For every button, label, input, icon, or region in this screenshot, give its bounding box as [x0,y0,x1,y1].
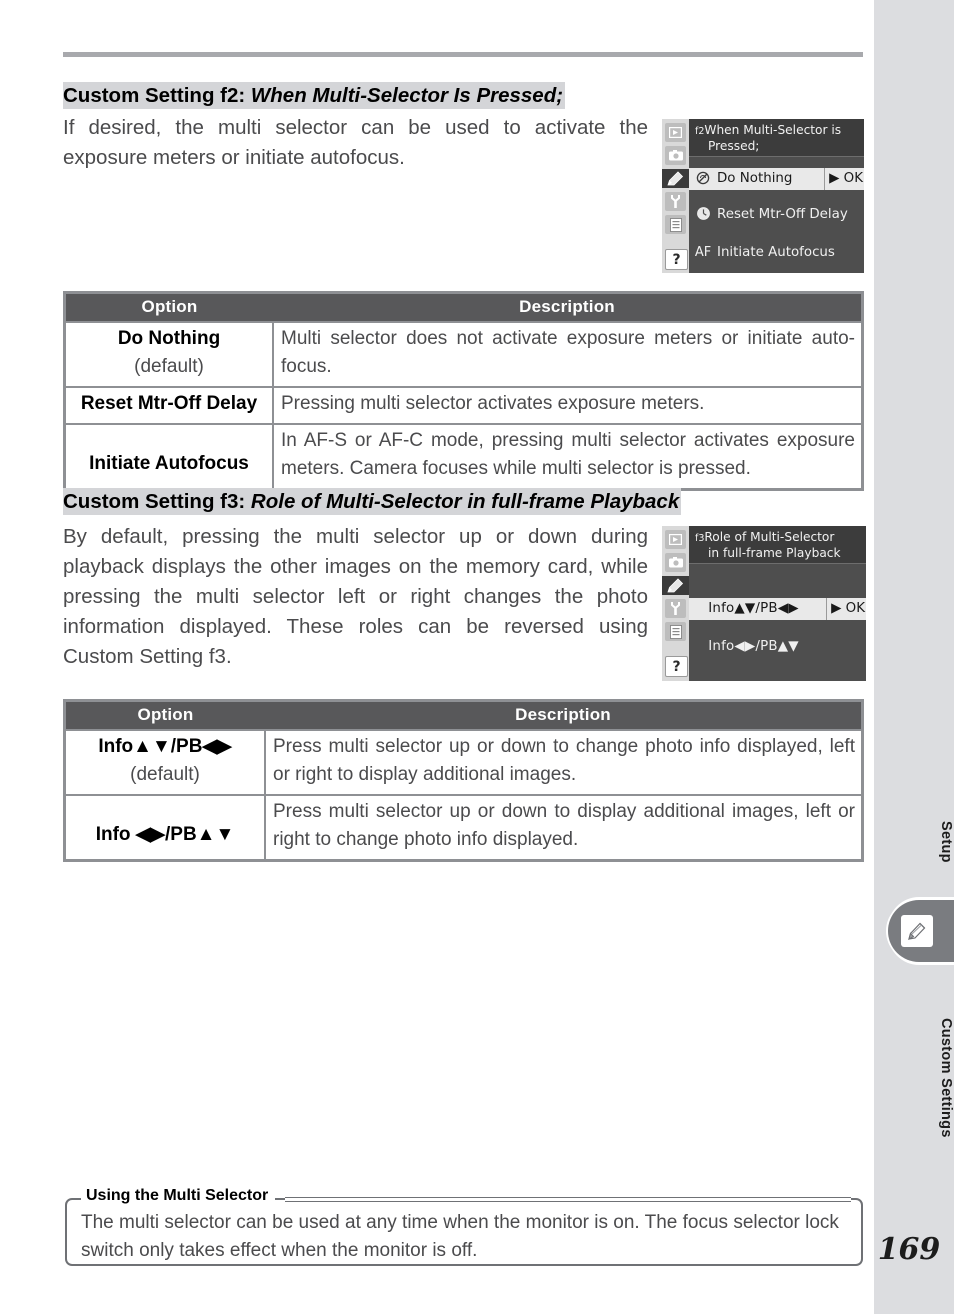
wrench-icon[interactable] [665,192,686,211]
no-action-icon [694,170,712,188]
table-f3-r1-option: Info▲▼/PB◀▶ (default) [66,729,266,795]
play-icon[interactable] [665,530,686,549]
lcd-f3-title-prefix: f3 [695,533,705,544]
camera-icon[interactable] [665,553,686,572]
options-table-f3: Option Description Info▲▼/PB◀▶ (default)… [63,699,864,862]
note-box: Using the Multi Selector The multi selec… [65,1187,863,1266]
lcd-f2-title-line2: Pressed; [708,139,760,153]
section-body-f2: If desired, the multi selector can be us… [63,116,648,169]
table-row: Do Nothing (default) Multi selector does… [66,321,861,387]
lcd-f2-row-initiate-autofocus[interactable]: AF Initiate Autofocus [689,242,864,264]
list-icon[interactable] [665,215,686,234]
table-f2-r3-option: Initiate Autofocus [66,423,274,488]
table-f2-r1-description: Multi selector does not activate exposur… [273,321,861,387]
section-heading-f2-title: When Multi-Selector Is Pressed; [250,84,564,107]
table-f2-r2-description: Pressing multi selector activates exposu… [273,386,861,424]
lcd-f2-menu-rail: ? [662,119,689,273]
page-number: 169 [877,1232,941,1267]
lcd-f2-row1-ok: ▶ OK [824,168,863,190]
question-icon[interactable]: ? [665,656,688,677]
table-f3-r1-option-label: Info▲▼/PB◀▶ [98,736,232,757]
pencil-icon[interactable] [662,576,689,595]
sidebar-label-custom-settings: Custom Settings [938,1018,954,1138]
camera-icon[interactable] [665,146,686,165]
section-heading-f3-prefix: Custom Setting f3: [63,490,246,513]
lcd-f3-title: f3Role of Multi-Selector in full-frame P… [689,526,866,564]
table-f2-r2-option: Reset Mtr-Off Delay [66,386,274,424]
lcd-f3-row1-ok: ▶ OK [826,598,865,620]
camera-lcd-f2: ? f2When Multi-Selector is Pressed; Do N… [662,119,864,273]
section-heading-f3: Custom Setting f3: Role of Multi-Selecto… [63,488,682,515]
section-body-f3: By default, pressing the multi selector … [63,525,648,668]
wrench-icon[interactable] [665,599,686,618]
manual-page: Custom Setting f2: When Multi-Selector I… [0,0,874,1314]
lcd-f3-title-line2: in full-frame Playback [708,546,841,560]
table-row: Initiate Autofocus In AF-S or AF-C mode,… [66,423,861,488]
section-heading-f3-title: Role of Multi-Selector in full-frame Pla… [250,490,680,513]
lcd-f2-content: f2When Multi-Selector is Pressed; Do Not… [689,119,864,273]
header-rule [63,52,863,57]
camera-lcd-f3: ? f3Role of Multi-Selector in full-frame… [662,526,866,681]
lcd-f2-row-reset-mtr-off-delay[interactable]: Reset Mtr-Off Delay [689,204,864,226]
lcd-f2-title-line1: When Multi-Selector is [704,123,842,137]
table-f3-header-description: Description [265,702,861,730]
lcd-f3-title-line1: Role of Multi-Selector [704,530,835,544]
lcd-f3-row-info-leftright[interactable]: Info◀▶/PB▲▼ [689,636,866,658]
table-f2-r3-description: In AF-S or AF-C mode, pressing multi sel… [273,423,861,488]
chapter-sidebar: Setup Custom Settings [874,0,954,1314]
table-f3-r2-option: Info ◀▶/PB▲▼ [66,794,266,859]
table-header-row: Option Description [66,294,861,322]
lcd-f2-row2-label: Reset Mtr-Off Delay [717,207,848,222]
table-f3-r1-description: Press multi selector up or down to chang… [265,729,861,795]
table-f2-header-description: Description [273,294,861,322]
af-icon: AF [694,245,712,260]
options-table-f2: Option Description Do Nothing (default) … [63,291,864,491]
table-f3-header-option: Option [66,702,265,730]
lcd-f2-row-do-nothing[interactable]: Do Nothing ▶ OK [689,168,864,190]
lcd-f3-row1-label: Info▲▼/PB◀▶ [708,601,799,616]
meter-icon [694,206,712,224]
table-f3-r2-description: Press multi selector up or down to displ… [265,794,861,859]
table-header-row: Option Description [66,702,861,730]
lcd-f3-menu-rail: ? [662,526,689,681]
table-f2-header-option: Option [66,294,273,322]
play-icon[interactable] [665,123,686,142]
pencil-icon[interactable] [662,169,689,188]
lcd-f3-row-info-updown[interactable]: Info▲▼/PB◀▶ ▶ OK [689,598,866,620]
list-icon[interactable] [665,622,686,641]
lcd-f2-row3-label: Initiate Autofocus [717,245,835,260]
pencil-icon [901,915,933,947]
note-title-rule [285,1197,851,1202]
table-f2-r1-option-note: (default) [134,356,204,377]
table-f2-r1-option-label: Do Nothing [117,328,221,349]
table-row: Info ◀▶/PB▲▼ Press multi selector up or … [66,794,861,859]
note-title: Using the Multi Selector [81,1187,276,1205]
lcd-f2-row1-label: Do Nothing [717,171,793,186]
lcd-f2-title-prefix: f2 [695,126,705,137]
question-icon[interactable]: ? [665,249,688,270]
table-f2-r1-option: Do Nothing (default) [66,321,274,387]
note-body: The multi selector can be used at any ti… [81,1212,839,1261]
sidebar-tab-custom-settings[interactable] [888,900,954,962]
lcd-f3-row2-label: Info◀▶/PB▲▼ [708,639,799,654]
sidebar-label-setup: Setup [938,821,954,863]
lcd-f2-title: f2When Multi-Selector is Pressed; [689,119,864,157]
table-f3-r1-option-note: (default) [130,764,200,785]
section-heading-f2-prefix: Custom Setting f2: [63,84,246,107]
table-row: Info▲▼/PB◀▶ (default) Press multi select… [66,729,861,795]
table-row: Reset Mtr-Off Delay Pressing multi selec… [66,386,861,424]
section-heading-f2: Custom Setting f2: When Multi-Selector I… [63,82,566,109]
lcd-f3-content: f3Role of Multi-Selector in full-frame P… [689,526,866,681]
